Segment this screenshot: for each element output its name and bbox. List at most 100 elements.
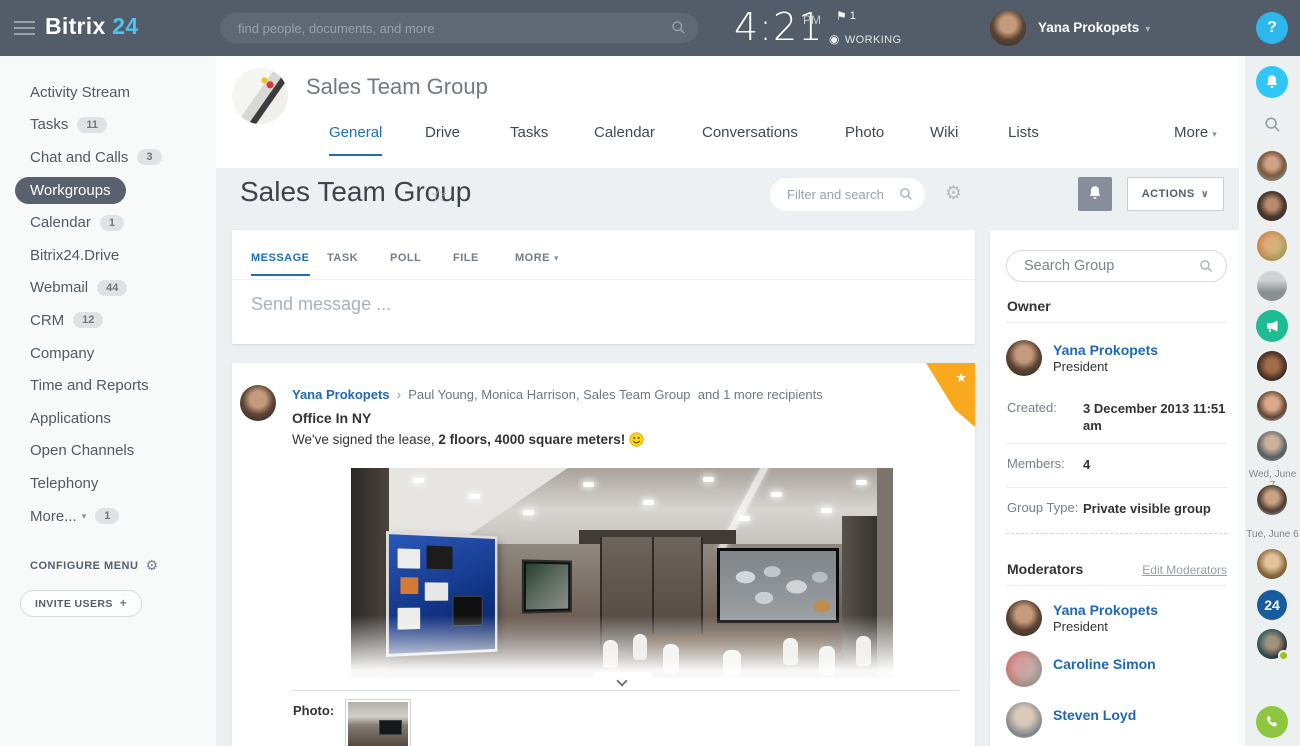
post-author-link[interactable]: Yana Prokopets [292, 387, 390, 402]
sidebar-item-time-and-reports[interactable]: Time and Reports [0, 369, 216, 402]
online-status-dot [1278, 650, 1289, 661]
clock-meridiem: PM [803, 13, 821, 27]
tab-conversations[interactable]: Conversations [702, 124, 798, 141]
sidebar-item-chat-and-calls[interactable]: Chat and Calls3 [0, 141, 216, 174]
clock-widget[interactable]: 4:21 [734, 5, 823, 49]
flag-notification[interactable]: ⚑1 [836, 9, 856, 23]
sidebar-item-more[interactable]: More...▾1 [0, 500, 216, 533]
chat-contact-avatar[interactable] [1257, 629, 1287, 659]
actions-button[interactable]: ACTIONS∨ [1127, 177, 1224, 211]
left-sidebar: Activity Stream Tasks11 Chat and Calls3 … [0, 56, 216, 746]
tab-photo[interactable]: Photo [845, 124, 884, 141]
sidebar-item-calendar[interactable]: Calendar1 [0, 206, 216, 239]
chat-contact-avatar[interactable] [1257, 191, 1287, 221]
divider [1006, 322, 1227, 323]
sidebar-item-crm[interactable]: CRM12 [0, 304, 216, 337]
avatar[interactable] [1006, 651, 1042, 687]
photo-label: Photo: [293, 703, 334, 718]
configure-menu-button[interactable]: CONFIGURE MENU⚙ [30, 556, 159, 573]
composer-tab-message[interactable]: MESSAGE [251, 252, 310, 276]
record-icon: ◉ [829, 32, 840, 46]
phone-icon [1264, 714, 1280, 730]
sidebar-item-applications[interactable]: Applications [0, 402, 216, 435]
tab-calendar[interactable]: Calendar [594, 124, 655, 141]
favorite-ribbon[interactable]: ★ [926, 363, 975, 427]
post-header: Yana Prokopets›Paul Young, Monica Harris… [292, 386, 823, 402]
sidebar-item-bitrix24-drive[interactable]: Bitrix24.Drive [0, 239, 216, 272]
chevron-down-icon [616, 675, 627, 686]
menu-hamburger-icon[interactable] [14, 21, 35, 35]
help-button[interactable]: ? [1256, 12, 1288, 44]
bell-icon [1087, 185, 1103, 201]
favorite-star-icon[interactable]: ☆ [430, 183, 448, 208]
global-search [220, 13, 698, 43]
field-label-members: Members: [1007, 456, 1065, 471]
telephony-phone-button[interactable] [1256, 706, 1288, 738]
composer-tab-more[interactable]: MORE▾ [515, 252, 559, 264]
user-menu[interactable]: Yana Prokopets▾ [1038, 20, 1150, 35]
post-title[interactable]: Office In NY [292, 410, 371, 426]
tab-general[interactable]: General [329, 124, 382, 156]
tab-more[interactable]: More▾ [1174, 124, 1217, 141]
send-message-input[interactable]: Send message ... [251, 294, 391, 315]
divider [1006, 487, 1227, 488]
chat-contact-avatar[interactable] [1257, 351, 1287, 381]
avatar[interactable] [1006, 702, 1042, 738]
edit-moderators-link[interactable]: Edit Moderators [1142, 563, 1227, 577]
post-recipients[interactable]: Paul Young, Monica Harrison, Sales Team … [408, 387, 690, 402]
smiley-emoji-icon [629, 432, 644, 447]
avatar[interactable] [1006, 600, 1042, 636]
filter-search [770, 178, 925, 211]
group-avatar[interactable] [232, 68, 288, 124]
sidebar-item-tasks[interactable]: Tasks11 [0, 109, 216, 142]
announcement-megaphone-button[interactable] [1256, 310, 1288, 342]
sidebar-item-workgroups[interactable]: Workgroups [0, 174, 216, 207]
sidebar-item-open-channels[interactable]: Open Channels [0, 435, 216, 468]
sidebar-item-telephony[interactable]: Telephony [0, 467, 216, 500]
composer-tab-task[interactable]: TASK [327, 252, 358, 264]
chat-contact-avatar[interactable] [1257, 485, 1287, 515]
post-recipients-more[interactable]: and 1 more recipients [698, 387, 823, 402]
avatar[interactable] [990, 10, 1026, 46]
composer-tab-file[interactable]: FILE [453, 252, 479, 264]
badge: 44 [97, 280, 127, 296]
global-search-input[interactable] [238, 13, 658, 43]
avatar[interactable] [240, 385, 276, 421]
composer-tab-poll[interactable]: POLL [390, 252, 421, 264]
sidebar-item-webmail[interactable]: Webmail44 [0, 272, 216, 305]
work-status[interactable]: ◉WORKING [829, 32, 901, 46]
post-photo[interactable] [351, 468, 893, 678]
owner-name-link[interactable]: Yana Prokopets [1053, 342, 1158, 358]
notifications-bell-button[interactable] [1078, 177, 1112, 211]
invite-users-button[interactable]: INVITE USERS+ [20, 590, 142, 617]
tab-drive[interactable]: Drive [425, 124, 460, 141]
tab-tasks[interactable]: Tasks [510, 124, 548, 141]
moderator-name-link[interactable]: Yana Prokopets [1053, 602, 1158, 618]
chat-contact-avatar[interactable] [1257, 431, 1287, 461]
badge: 1 [95, 508, 119, 524]
filter-settings-gear-icon[interactable]: ⚙ [945, 182, 962, 205]
sidebar-item-activity-stream[interactable]: Activity Stream [0, 76, 216, 109]
search-icon[interactable] [1264, 116, 1281, 133]
sidebar-item-company[interactable]: Company [0, 337, 216, 370]
chat-contact-avatar[interactable] [1257, 271, 1287, 301]
group-search-input[interactable] [1024, 251, 1194, 281]
chat-contact-avatar[interactable] [1257, 391, 1287, 421]
photo-thumbnail[interactable] [345, 699, 411, 746]
flag-icon: ⚑ [836, 9, 847, 23]
chevron-down-icon: ▾ [1145, 24, 1150, 35]
search-icon [1199, 259, 1213, 273]
filter-search-input[interactable] [787, 178, 895, 211]
brand-logo[interactable]: Bitrix 24 [45, 13, 138, 40]
bitrix24-chat-badge[interactable]: 24 [1257, 590, 1287, 620]
moderator-name-link[interactable]: Caroline Simon [1053, 656, 1156, 672]
moderator-name-link[interactable]: Steven Loyd [1053, 707, 1136, 723]
chat-contact-avatar[interactable] [1257, 231, 1287, 261]
chat-contact-avatar[interactable] [1257, 151, 1287, 181]
avatar[interactable] [1006, 340, 1042, 376]
notifications-bell-button[interactable] [1256, 66, 1288, 98]
group-header-title: Sales Team Group [306, 74, 488, 100]
chat-contact-avatar[interactable] [1257, 549, 1287, 579]
tab-lists[interactable]: Lists [1008, 124, 1039, 141]
tab-wiki[interactable]: Wiki [930, 124, 958, 141]
